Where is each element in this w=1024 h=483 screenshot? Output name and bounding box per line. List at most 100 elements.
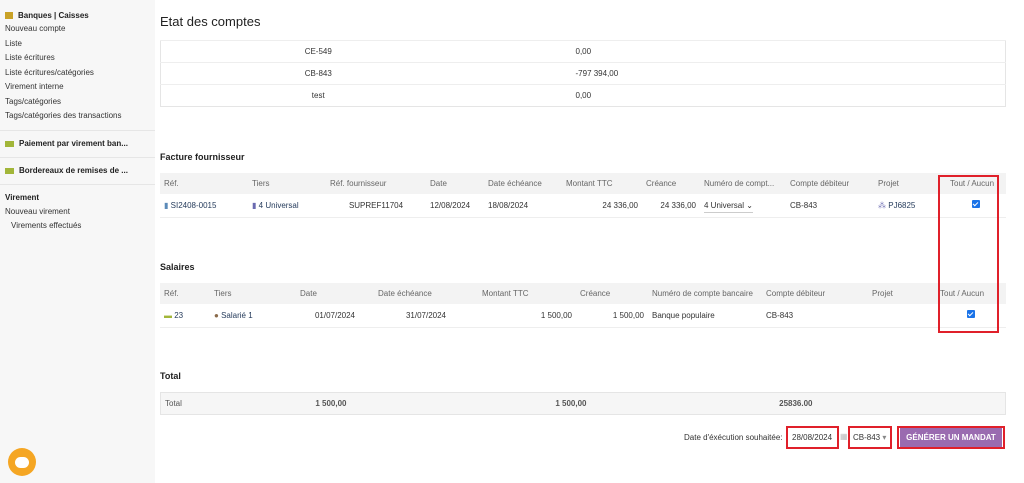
- payment-icon: [5, 167, 14, 174]
- invoice-icon: ▮: [164, 200, 169, 210]
- generate-mandate-button[interactable]: GÉNÉRER UN MANDAT: [900, 428, 1002, 447]
- col-header: Date échéance: [378, 289, 432, 298]
- execution-date-input[interactable]: 28/08/2024: [786, 426, 839, 449]
- bank-account-value: 4 Universal: [704, 200, 745, 210]
- account-select[interactable]: CB-843 ▾: [848, 426, 892, 449]
- sidebar-item-liste[interactable]: Liste: [0, 37, 155, 52]
- date: 12/08/2024: [426, 194, 484, 218]
- account-name: CB-843: [160, 62, 476, 85]
- col-header: Réf.: [164, 289, 179, 298]
- sidebar-item-virements-effectues[interactable]: Virements effectués: [0, 219, 155, 234]
- account-select-value: CB-843: [853, 433, 881, 442]
- supplier-invoice-table: Réf. Tiers Réf. fournisseur Date Date éc…: [160, 173, 1006, 218]
- tiers-link[interactable]: 4 Universal: [259, 201, 299, 210]
- account-name: CE-549: [160, 40, 476, 63]
- col-header: Compte débiteur: [790, 179, 850, 188]
- company-icon: ▮: [252, 200, 257, 210]
- table-row: ▬ 23 ● Salarié 1 01/07/2024 31/07/2024 1…: [160, 304, 1006, 328]
- col-header: Numéro de compte bancaire: [652, 289, 753, 298]
- sidebar-item-liste-ecritures-categories[interactable]: Liste écritures/catégories: [0, 66, 155, 81]
- col-header: Tiers: [214, 289, 232, 298]
- sidebar: Banques | Caisses Nouveau compte Liste L…: [0, 0, 155, 483]
- section-title-salaires: Salaires: [160, 262, 195, 272]
- table-row: ▮ SI2408-0015 ▮ 4 Universal SUPREF11704 …: [160, 194, 1006, 218]
- page-title: Etat des comptes: [160, 14, 261, 29]
- sidebar-item-virement-interne[interactable]: Virement interne: [0, 80, 155, 95]
- sidebar-section-label: Banques | Caisses: [18, 10, 89, 20]
- highlight-select-column: [938, 175, 999, 333]
- col-header: Créance: [646, 179, 677, 188]
- sidebar-section-paiement[interactable]: Paiement par virement ban...: [0, 137, 155, 151]
- bank-icon: [5, 11, 13, 19]
- col-header: Date: [430, 179, 447, 188]
- total-amount: 1 500,00: [315, 399, 347, 408]
- total-receivable: 1 500,00: [555, 399, 587, 408]
- account-balance: 0,00: [475, 84, 1006, 107]
- account-name: test: [160, 84, 476, 107]
- chevron-down-icon: ⌄: [746, 200, 753, 210]
- salary-icon: ▬: [164, 310, 172, 320]
- col-header: Date échéance: [488, 179, 542, 188]
- caret-down-icon: ▾: [882, 433, 887, 442]
- sidebar-item-tags[interactable]: Tags/catégories: [0, 95, 155, 110]
- sidebar-item-tags-transactions[interactable]: Tags/catégories des transactions: [0, 109, 155, 124]
- sidebar-section-virement[interactable]: Virement: [0, 191, 155, 205]
- total-table: Total 1 500,00 1 500,00 25836.00: [160, 392, 1006, 415]
- total-label: Total: [165, 399, 182, 408]
- supplier-ref: SUPREF11704: [326, 194, 426, 218]
- divider: [0, 156, 155, 158]
- account-balance: -797 394,00: [475, 62, 1006, 85]
- debit-account: CB-843: [786, 194, 874, 218]
- employee-link[interactable]: Salarié 1: [221, 311, 253, 320]
- sidebar-section-label: Paiement par virement ban...: [19, 139, 128, 148]
- payment-icon: [5, 140, 14, 147]
- col-header: Réf.: [164, 179, 179, 188]
- due-date: 31/07/2024: [374, 304, 478, 328]
- salaries-table: Réf. Tiers Date Date échéance Montant TT…: [160, 283, 1006, 328]
- amount: 1 500,00: [478, 304, 576, 328]
- col-header: Réf. fournisseur: [330, 179, 387, 188]
- chat-button[interactable]: [8, 448, 36, 476]
- col-header: Projet: [872, 289, 893, 298]
- sidebar-item-nouveau-virement[interactable]: Nouveau virement: [0, 205, 155, 220]
- user-icon: ●: [214, 310, 219, 320]
- project: [868, 304, 936, 328]
- project-link[interactable]: PJ6825: [888, 201, 915, 210]
- debit-account: CB-843: [762, 304, 868, 328]
- date: 01/07/2024: [296, 304, 374, 328]
- accounts-status-table: CE-549 0,00 CB-843 -797 394,00 test 0,00: [160, 40, 1006, 107]
- sidebar-section-banques[interactable]: Banques | Caisses: [0, 8, 155, 22]
- chat-icon: [15, 456, 29, 468]
- divider: [0, 129, 155, 131]
- col-header: Projet: [878, 179, 899, 188]
- col-header: Numéro de compt...: [704, 179, 775, 188]
- col-header: Compte débiteur: [766, 289, 826, 298]
- table-row: CE-549 0,00: [160, 40, 1006, 63]
- sidebar-item-nouveau-compte[interactable]: Nouveau compte: [0, 22, 155, 37]
- receivable: 1 500,00: [576, 304, 648, 328]
- divider: [0, 183, 155, 185]
- sidebar-section-label: Bordereaux de remises de ...: [19, 166, 128, 175]
- col-header: Montant TTC: [482, 289, 529, 298]
- due-date: 18/08/2024: [484, 194, 562, 218]
- table-row: CB-843 -797 394,00: [160, 62, 1006, 85]
- sidebar-section-bordereaux[interactable]: Bordereaux de remises de ...: [0, 164, 155, 178]
- execution-date-label: Date d'éxécution souhaitée:: [684, 433, 783, 442]
- section-title-facture: Facture fournisseur: [160, 152, 245, 162]
- total-sum: 25836.00: [779, 399, 813, 408]
- col-header: Tiers: [252, 179, 270, 188]
- sidebar-item-liste-ecritures[interactable]: Liste écritures: [0, 51, 155, 66]
- col-header: Créance: [580, 289, 611, 298]
- table-row: Total 1 500,00 1 500,00 25836.00: [161, 393, 1006, 415]
- col-header: Date: [300, 289, 317, 298]
- table-row: test 0,00: [160, 84, 1006, 107]
- invoice-ref-link[interactable]: SI2408-0015: [171, 201, 217, 210]
- bank-account-select[interactable]: 4 Universal ⌄: [704, 198, 753, 213]
- amount: 24 336,00: [562, 194, 642, 218]
- bank-account: Banque populaire: [648, 304, 762, 328]
- project-icon: ⁂: [878, 200, 886, 210]
- receivable: 24 336,00: [642, 194, 700, 218]
- account-balance: 0,00: [475, 40, 1006, 63]
- calendar-icon[interactable]: ▦: [840, 432, 848, 441]
- salary-ref-link[interactable]: 23: [174, 311, 183, 320]
